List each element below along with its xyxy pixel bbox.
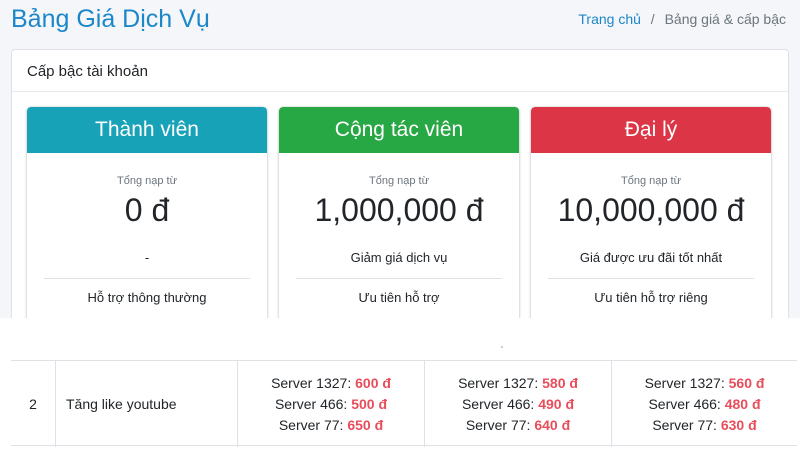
price-value: 490 đ — [538, 396, 575, 412]
price-line: Server 1327: 600 đ — [238, 373, 424, 394]
price-line: Server 466: 490 đ — [425, 394, 611, 415]
tier-benefit: - — [144, 250, 150, 265]
server-label: Server 1327: — [644, 375, 729, 391]
price-value: 480 đ — [724, 396, 761, 412]
tier-benefit: Ưu tiên hỗ trợ riêng — [594, 290, 708, 305]
tier-divider — [296, 278, 502, 279]
tier-benefit: Hỗ trợ thông thường — [87, 290, 207, 305]
price-line: Server 1327: 560 đ — [612, 373, 797, 394]
price-line: Server 1327: 580 đ — [425, 373, 611, 394]
price-line: Server 77: 630 đ — [612, 415, 797, 436]
tier-benefit: Giảm giá dịch vụ — [350, 250, 448, 265]
price-line: Server 77: 650 đ — [238, 415, 424, 436]
price-value: 650 đ — [347, 417, 384, 433]
tier-divider — [548, 278, 754, 279]
price-line: Server 466: 500 đ — [238, 394, 424, 415]
tier-benefit: Ưu tiên hỗ trợ — [358, 290, 440, 305]
price-line: Server 77: 640 đ — [425, 415, 611, 436]
tier-sub-label: Tổng nạp từ — [117, 175, 177, 187]
price-cell-agency: Server 1327: 560 đ Server 466: 480 đ Ser… — [611, 361, 797, 447]
breadcrumb-home-link[interactable]: Trang chủ — [578, 11, 641, 27]
tier-sub-label: Tổng nạp từ — [621, 175, 681, 187]
breadcrumb-current: Bảng giá & cấp bậc — [664, 11, 786, 27]
price-value: 640 đ — [534, 417, 571, 433]
breadcrumb-separator: / — [650, 11, 655, 27]
price-value: 630 đ — [720, 417, 757, 433]
breadcrumb: Trang chủ / Bảng giá & cấp bậc — [578, 11, 786, 27]
price-value: 600 đ — [355, 375, 391, 391]
server-label: Server 466: — [274, 396, 352, 412]
tier-card-collaborator: Cộng tác viên Tổng nạp từ 1,000,000 đ Gi… — [279, 107, 519, 347]
page-title: Bảng Giá Dịch Vụ — [11, 5, 210, 33]
price-value: 580 đ — [542, 375, 578, 391]
tier-header: Cộng tác viên — [279, 107, 519, 153]
price-line: Server 466: 480 đ — [612, 394, 797, 415]
tier-card-agency: Đại lý Tổng nạp từ 10,000,000 đ Giá được… — [531, 107, 771, 347]
divider-dot — [501, 346, 503, 348]
server-label: Server 77: — [652, 417, 721, 433]
server-label: Server 466: — [461, 396, 539, 412]
tier-benefit: Giá được ưu đãi tốt nhất — [579, 250, 723, 265]
tier-header: Thành viên — [27, 107, 267, 153]
price-cell-member: Server 1327: 600 đ Server 466: 500 đ Ser… — [237, 361, 424, 447]
server-label: Server 1327: — [458, 375, 543, 391]
price-cell-collaborator: Server 1327: 580 đ Server 466: 490 đ Ser… — [424, 361, 611, 447]
price-table-section: 2 Tăng like youtube Server 1327: 600 đ S… — [0, 318, 800, 450]
tier-amount: 0 đ — [124, 192, 170, 228]
account-levels-card: Cấp bậc tài khoản Thành viên Tổng nạp từ… — [11, 49, 789, 347]
card-title: Cấp bậc tài khoản — [12, 50, 788, 92]
price-value: 560 đ — [728, 375, 765, 391]
server-label: Server 77: — [465, 417, 535, 433]
tier-amount: 10,000,000 đ — [557, 192, 745, 228]
table-row: 2 Tăng like youtube Server 1327: 600 đ S… — [11, 360, 797, 447]
tier-amount: 1,000,000 đ — [314, 192, 484, 228]
top-section: Bảng Giá Dịch Vụ Trang chủ / Bảng giá & … — [0, 0, 800, 347]
price-value: 500 đ — [351, 396, 388, 412]
row-index: 2 — [29, 396, 37, 412]
server-label: Server 466: — [648, 396, 725, 412]
tier-card-member: Thành viên Tổng nạp từ 0 đ - Hỗ trợ thôn… — [27, 107, 267, 347]
tier-sub-label: Tổng nạp từ — [369, 175, 429, 187]
server-label: Server 1327: — [271, 375, 356, 391]
server-label: Server 77: — [278, 417, 348, 433]
service-name: Tăng like youtube — [55, 361, 237, 447]
tier-divider — [44, 278, 250, 279]
tier-header: Đại lý — [531, 107, 771, 153]
